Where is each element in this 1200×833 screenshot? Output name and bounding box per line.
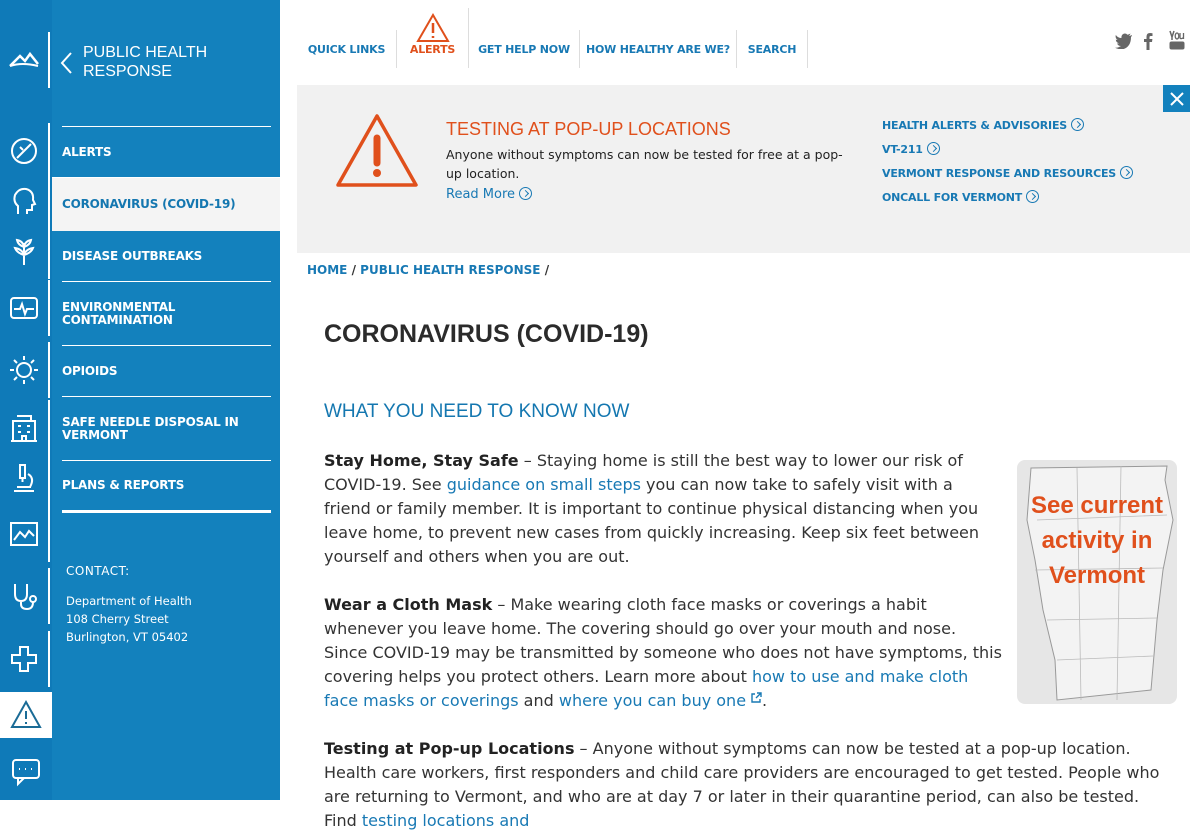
sun-environment-icon[interactable]	[0, 342, 50, 398]
wellness-icon[interactable]	[0, 123, 50, 179]
link-testing-locations[interactable]: testing locations and	[362, 811, 530, 830]
alert-text: Anyone without symptoms can now be teste…	[446, 147, 843, 181]
link-where-to-buy[interactable]: where you can buy one	[559, 691, 762, 710]
link-label: VT-211	[882, 143, 923, 156]
breadcrumb-public-health-response[interactable]: PUBLIC HEALTH RESPONSE	[360, 263, 540, 277]
contact-line: Department of Health	[66, 594, 192, 608]
youtube-icon[interactable]	[1169, 30, 1185, 50]
chevron-left-icon[interactable]	[60, 52, 72, 74]
breadcrumb-separator: /	[351, 263, 356, 277]
link-label: where you can buy one	[558, 691, 747, 710]
alert-banner: TESTING AT POP-UP LOCATIONS Anyone witho…	[297, 85, 1190, 253]
breadcrumb: HOME / PUBLIC HEALTH RESPONSE /	[307, 263, 549, 277]
sidebar-item-disease-outbreaks[interactable]: DISEASE OUTBREAKS	[62, 231, 271, 281]
contact-line: Burlington, VT 05402	[66, 630, 189, 644]
close-alert-button[interactable]	[1163, 85, 1190, 112]
nav-quick-links[interactable]: QUICK LINKS	[297, 30, 397, 68]
breadcrumb-home[interactable]: HOME	[307, 263, 347, 277]
sidebar-item-plans-reports[interactable]: PLANS & REPORTS	[62, 460, 271, 513]
alert-read-more-link[interactable]: Read More	[446, 187, 533, 202]
para-heading: Stay Home, Stay Safe	[324, 451, 519, 470]
sidebar: PUBLIC HEALTH RESPONSE ALERTS CORONAVIRU…	[52, 0, 280, 800]
vermont-activity-map[interactable]: See current activity in Vermont	[1017, 460, 1177, 704]
facebook-icon[interactable]	[1143, 32, 1153, 50]
link-vermont-response[interactable]: VERMONT RESPONSE AND RESOURCES	[882, 166, 1133, 181]
para-heading: Wear a Cloth Mask	[324, 595, 493, 614]
alert-links: HEALTH ALERTS & ADVISORIES VT-211 VERMON…	[882, 118, 1133, 214]
link-guidance-small-steps[interactable]: guidance on small steps	[447, 475, 641, 494]
contact-line: 108 Cherry Street	[66, 612, 169, 626]
sidebar-item-environmental-contamination[interactable]: ENVIRONMENTAL CONTAMINATION	[62, 281, 271, 345]
plant-wheat-icon[interactable]	[0, 223, 50, 279]
paragraph-cloth-mask: Wear a Cloth Mask – Make wearing cloth f…	[324, 593, 1004, 713]
chart-image-icon[interactable]	[0, 506, 50, 562]
circle-arrow-icon	[519, 187, 533, 200]
stethoscope-icon[interactable]	[0, 568, 50, 624]
warning-triangle-icon	[415, 13, 450, 42]
top-nav: QUICK LINKS ALERTS GET HELP NOW HOW HEAL…	[297, 0, 1200, 85]
alert-title: TESTING AT POP-UP LOCATIONS	[446, 119, 731, 139]
link-label: HEALTH ALERTS & ADVISORIES	[882, 119, 1067, 132]
sidebar-item-alerts[interactable]: ALERTS	[62, 126, 271, 177]
contact-label: CONTACT:	[66, 564, 130, 578]
sidebar-title: PUBLIC HEALTH RESPONSE	[83, 44, 208, 80]
link-health-alerts[interactable]: HEALTH ALERTS & ADVISORIES	[882, 118, 1133, 133]
plus-cross-icon[interactable]	[0, 631, 50, 687]
breadcrumb-separator: /	[544, 263, 550, 277]
circle-arrow-icon	[926, 142, 940, 155]
sidebar-item-safe-needle-disposal[interactable]: SAFE NEEDLE DISPOSAL IN VERMONT	[62, 396, 271, 460]
paragraph-testing: Testing at Pop-up Locations – Anyone wit…	[324, 737, 1174, 833]
health-monitor-icon[interactable]	[0, 280, 50, 336]
building-icon[interactable]	[0, 400, 50, 456]
icon-rail	[0, 0, 52, 800]
para-heading: Testing at Pop-up Locations	[324, 739, 575, 758]
sidebar-header: PUBLIC HEALTH RESPONSE	[52, 0, 280, 118]
external-link-icon	[751, 692, 762, 703]
sidebar-item-coronavirus[interactable]: CORONAVIRUS (COVID-19)	[52, 177, 280, 231]
logo-mountain-icon[interactable]	[0, 32, 50, 88]
read-more-label: Read More	[446, 187, 516, 202]
map-caption: See current activity in Vermont	[1030, 492, 1164, 589]
para-text: .	[762, 691, 768, 710]
para-text: and	[518, 691, 559, 710]
rail-alert-icon[interactable]	[0, 692, 52, 738]
head-profile-icon[interactable]	[0, 173, 50, 229]
link-vt-211[interactable]: VT-211	[882, 142, 1133, 157]
nav-search[interactable]: SEARCH	[737, 30, 808, 68]
circle-arrow-icon	[1119, 166, 1133, 179]
twitter-icon[interactable]	[1115, 33, 1133, 49]
nav-how-healthy[interactable]: HOW HEALTHY ARE WE?	[580, 30, 737, 68]
close-icon	[1169, 91, 1184, 106]
nav-get-help-now[interactable]: GET HELP NOW	[469, 30, 580, 68]
link-label: ONCALL FOR VERMONT	[882, 191, 1023, 204]
alert-warning-icon	[336, 114, 418, 187]
page-title: CORONAVIRUS (COVID-19)	[324, 320, 649, 348]
sidebar-item-opioids[interactable]: OPIOIDS	[62, 345, 271, 396]
link-label: VERMONT RESPONSE AND RESOURCES	[882, 167, 1116, 180]
chat-feedback-icon[interactable]	[0, 744, 52, 800]
circle-arrow-icon	[1026, 190, 1040, 203]
nav-alerts-label: ALERTS	[409, 43, 456, 56]
section-title: WHAT YOU NEED TO KNOW NOW	[324, 401, 630, 422]
circle-arrow-icon	[1070, 118, 1084, 131]
sidebar-menu: ALERTS CORONAVIRUS (COVID-19) DISEASE OU…	[52, 126, 280, 513]
nav-alerts[interactable]: ALERTS	[397, 8, 469, 68]
contact-block: CONTACT: Department of Health 108 Cherry…	[66, 564, 192, 646]
link-oncall-vermont[interactable]: ONCALL FOR VERMONT	[882, 190, 1133, 205]
microscope-icon[interactable]	[0, 450, 50, 506]
paragraph-stay-home: Stay Home, Stay Safe – Staying home is s…	[324, 449, 1004, 569]
